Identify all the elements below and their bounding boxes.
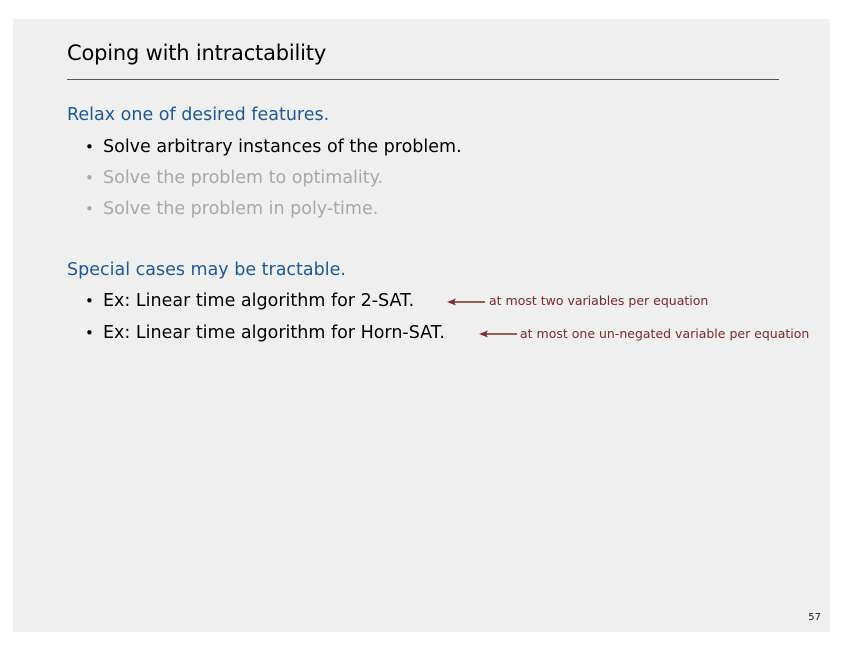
bullet-dot: •: [85, 200, 94, 218]
annotation-2sat: at most two variables per equation: [489, 293, 709, 308]
bullet-text: Solve arbitrary instances of the problem…: [103, 137, 462, 157]
annotation-hornsat: at most one un-negated variable per equa…: [520, 326, 810, 341]
bullet-text: Solve the problem in poly-time.: [103, 199, 379, 219]
bullet-text: Ex: Linear time algorithm for Horn-SAT.: [103, 323, 445, 343]
bullet-dot: •: [85, 169, 94, 187]
slide-title: Coping with intractability: [67, 41, 327, 65]
arrow-left-icon: [479, 330, 517, 338]
title-divider: [67, 79, 779, 80]
bullet-text: Solve the problem to optimality.: [103, 168, 384, 188]
bullet-dot: •: [85, 292, 94, 310]
section-heading-relax: Relax one of desired features.: [67, 105, 330, 125]
arrow-left-icon: [447, 298, 485, 306]
bullet-dot: •: [85, 324, 94, 342]
bullet-arbitrary-instances: • Solve arbitrary instances of the proble…: [85, 137, 462, 157]
bullet-2sat: • Ex: Linear time algorithm for 2-SAT.: [85, 291, 414, 311]
bullet-poly-time: • Solve the problem in poly-time.: [85, 199, 378, 219]
bullet-optimality: • Solve the problem to optimality.: [85, 168, 383, 188]
page-number: 57: [808, 612, 821, 623]
slide: Coping with intractability Relax one of …: [13, 19, 830, 632]
section-heading-special-cases: Special cases may be tractable.: [67, 260, 346, 280]
bullet-text: Ex: Linear time algorithm for 2-SAT.: [103, 291, 415, 311]
bullet-hornsat: • Ex: Linear time algorithm for Horn-SAT.: [85, 323, 445, 343]
bullet-dot: •: [85, 138, 94, 156]
